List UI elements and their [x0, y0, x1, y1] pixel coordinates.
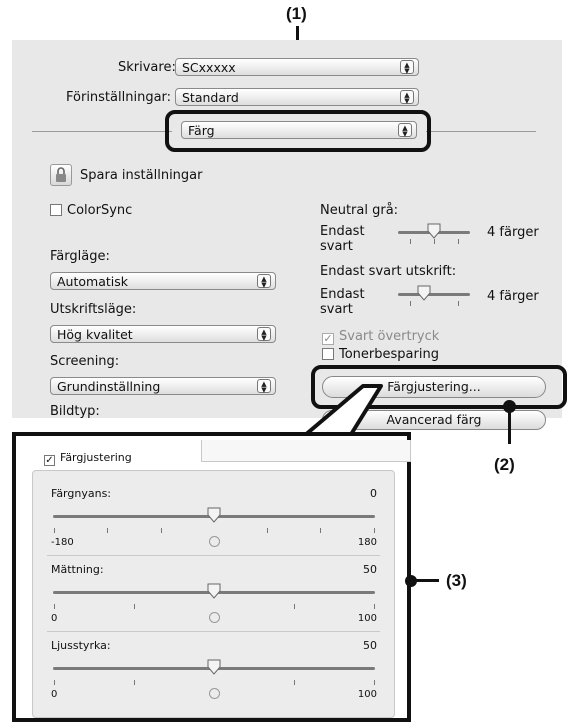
saturation-label: Mättning: — [51, 563, 104, 576]
slider-tick — [54, 680, 55, 685]
slider-tick — [54, 604, 55, 609]
hue-value: 0 — [370, 487, 377, 500]
callout-3-line — [413, 579, 439, 582]
saturation-max-label: 100 — [357, 613, 377, 624]
slider-tick — [374, 528, 375, 533]
slider-thumb-icon[interactable] — [207, 583, 221, 599]
slider-tick — [267, 528, 268, 533]
callout-3-label: (3) — [446, 571, 467, 590]
slider-tick — [134, 680, 135, 685]
hue-min-label: -180 — [51, 537, 74, 548]
brightness-value: 50 — [363, 639, 377, 652]
brightness-label: Ljusstyrka: — [51, 639, 111, 652]
saturation-min-label: 0 — [51, 613, 58, 624]
color-adjustment-panel: ✓ Färgjustering Färgnyans: 0 -180 180 Mät… — [12, 432, 411, 722]
brightness-min-label: 0 — [51, 689, 58, 700]
slider-tick — [320, 528, 321, 533]
slider-tick — [134, 604, 135, 609]
slider-thumb-icon[interactable] — [207, 659, 221, 675]
center-marker-icon — [209, 612, 220, 623]
hue-label: Färgnyans: — [51, 487, 112, 500]
slider-tick — [294, 680, 295, 685]
brightness-max-label: 100 — [357, 689, 377, 700]
saturation-value: 50 — [363, 563, 377, 576]
slider-tick — [294, 604, 295, 609]
divider — [47, 631, 380, 632]
divider — [47, 555, 380, 556]
panel-tab-area — [201, 440, 411, 462]
slider-tick — [107, 528, 108, 533]
color-adjust-sliders-group: Färgnyans: 0 -180 180 Mättning: 50 0 100… — [32, 470, 395, 718]
slider-tick — [374, 604, 375, 609]
color-adjust-checkbox-label: Färgjustering — [60, 451, 132, 464]
hue-max-label: 180 — [357, 537, 377, 548]
slider-tick — [54, 528, 55, 533]
center-marker-icon — [209, 536, 220, 547]
slider-tick — [374, 680, 375, 685]
checkmark-icon: ✓ — [44, 455, 55, 466]
slider-tick — [161, 528, 162, 533]
color-adjust-checkbox[interactable]: ✓ Färgjustering — [44, 451, 132, 466]
slider-thumb-icon[interactable] — [207, 507, 221, 523]
center-marker-icon — [209, 688, 220, 699]
